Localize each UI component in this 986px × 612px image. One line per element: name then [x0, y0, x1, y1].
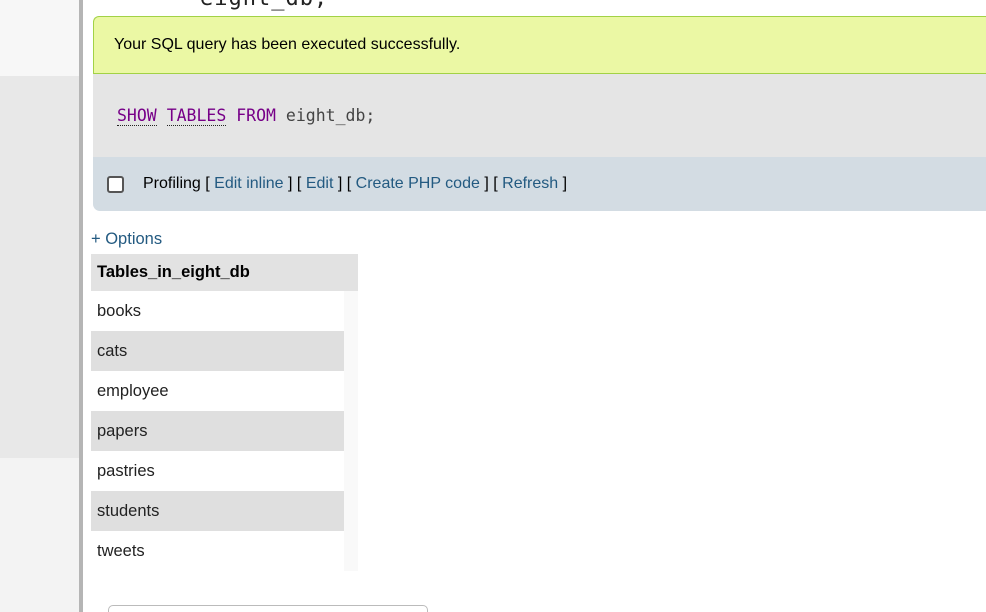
- sql-space: [276, 106, 286, 125]
- sql-keyword-from: FROM: [236, 106, 276, 125]
- success-message: Your SQL query has been executed success…: [114, 36, 461, 53]
- previous-query-text: eight_db;: [200, 0, 328, 11]
- phpmyadmin-sql-result-page: eight_db; Your SQL query has been execut…: [0, 0, 986, 612]
- table-cell[interactable]: tweets: [91, 531, 344, 571]
- column-spacer: [344, 411, 358, 451]
- bracket-pair: ] [: [337, 175, 352, 192]
- sql-keyword-tables[interactable]: TABLES: [166, 106, 227, 126]
- bracket-close: ]: [562, 175, 568, 192]
- sql-space: [226, 106, 236, 125]
- table-row: employee: [91, 371, 358, 411]
- bracket-open: [: [205, 175, 210, 192]
- bracket-pair: ] [: [288, 175, 302, 192]
- nav-tree-area: [0, 76, 79, 458]
- results-table: Tables_in_eight_db books cats employee p…: [91, 254, 358, 571]
- profiling-label[interactable]: Profiling: [143, 175, 201, 193]
- table-row: pastries: [91, 451, 358, 491]
- column-spacer: [344, 291, 358, 331]
- options-toggle-link[interactable]: + Options: [91, 230, 986, 249]
- column-header-tables[interactable]: Tables_in_eight_db: [91, 254, 344, 291]
- bottom-query-control[interactable]: [108, 605, 428, 612]
- query-actions-bar: Profiling [ Edit inline ] [ Edit ] [ Cre…: [93, 157, 986, 211]
- edit-inline-link[interactable]: Edit inline: [214, 175, 283, 193]
- column-spacer: [344, 254, 358, 291]
- column-spacer: [344, 491, 358, 531]
- table-row: cats: [91, 331, 358, 371]
- table-row: papers: [91, 411, 358, 451]
- sql-space: [157, 106, 167, 125]
- sql-keyword-show[interactable]: SHOW: [117, 106, 157, 126]
- edit-link[interactable]: Edit: [306, 175, 334, 193]
- navigation-panel: [0, 0, 79, 612]
- panel-resize-divider[interactable]: [79, 0, 83, 612]
- success-message-box: Your SQL query has been executed success…: [93, 16, 986, 74]
- table-row: tweets: [91, 531, 358, 571]
- nav-bottom-area: [0, 458, 79, 612]
- column-spacer: [344, 331, 358, 371]
- bracket-pair: ] [: [484, 175, 498, 192]
- table-cell[interactable]: books: [91, 291, 344, 331]
- table-row: students: [91, 491, 358, 531]
- table-cell[interactable]: pastries: [91, 451, 344, 491]
- sql-query-display: SHOW TABLES FROM eight_db;: [93, 74, 986, 157]
- refresh-link[interactable]: Refresh: [502, 175, 558, 193]
- profiling-checkbox[interactable]: [107, 175, 124, 193]
- column-spacer: [344, 451, 358, 491]
- column-spacer: [344, 371, 358, 411]
- table-cell[interactable]: students: [91, 491, 344, 531]
- sql-database-name: eight_db;: [285, 106, 376, 125]
- table-cell[interactable]: cats: [91, 331, 344, 371]
- table-row: books: [91, 291, 358, 331]
- main-content: Your SQL query has been executed success…: [91, 16, 986, 571]
- table-cell[interactable]: employee: [91, 371, 344, 411]
- column-spacer: [344, 531, 358, 571]
- create-php-code-link[interactable]: Create PHP code: [356, 175, 480, 193]
- nav-top-area: [0, 0, 79, 76]
- table-cell[interactable]: papers: [91, 411, 344, 451]
